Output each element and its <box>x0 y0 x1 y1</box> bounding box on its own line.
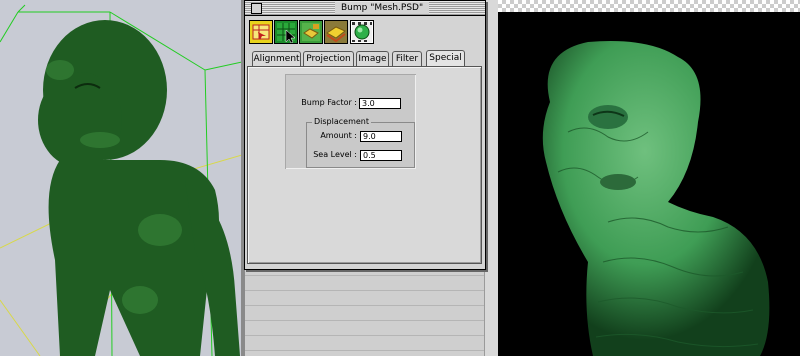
toolbar <box>245 17 485 49</box>
displacement-title: Displacement <box>312 117 371 127</box>
transparency-checker <box>498 0 800 12</box>
projection-tool-icon[interactable] <box>274 20 298 44</box>
tab-projection[interactable]: Projection <box>303 51 354 66</box>
sea-level-field[interactable]: 0.5 <box>360 150 402 161</box>
bump-settings-box: Bump Factor : 3.0 Displacement Amount : … <box>285 74 416 169</box>
image-tool-icon[interactable] <box>299 20 323 44</box>
amount-field[interactable]: 9.0 <box>360 131 402 142</box>
window-title: Bump "Mesh.PSD" <box>335 2 430 14</box>
render-preview <box>498 12 800 356</box>
sea-level-label: Sea Level : <box>313 150 357 159</box>
wireframe-view <box>0 4 242 356</box>
special-panel: Bump Factor : 3.0 Displacement Amount : … <box>247 66 482 264</box>
vertical-scrollbar[interactable] <box>484 0 499 356</box>
amount-label: Amount : <box>320 131 357 140</box>
bump-factor-label: Bump Factor : <box>301 98 357 107</box>
close-box[interactable] <box>251 3 262 14</box>
tab-bar: Alignment Projection Image Filter Specia… <box>245 49 485 66</box>
displacement-group: Displacement Amount : 9.0 Sea Level : 0.… <box>306 117 415 168</box>
rendered-model <box>542 41 770 356</box>
tab-alignment[interactable]: Alignment <box>252 51 301 66</box>
tab-image[interactable]: Image <box>356 51 389 66</box>
title-bar[interactable]: Bump "Mesh.PSD" <box>245 1 485 16</box>
bump-dialog: Bump "Mesh.PSD" Alignment Projection Ima… <box>244 0 486 270</box>
alignment-tool-icon[interactable] <box>249 20 273 44</box>
tab-filter[interactable]: Filter <box>392 51 422 66</box>
viewport-3d-left[interactable] <box>0 0 242 356</box>
filter-tool-icon[interactable] <box>324 20 348 44</box>
tab-special[interactable]: Special <box>426 50 465 66</box>
bump-factor-field[interactable]: 3.0 <box>359 98 401 109</box>
special-tool-icon[interactable] <box>350 20 374 44</box>
